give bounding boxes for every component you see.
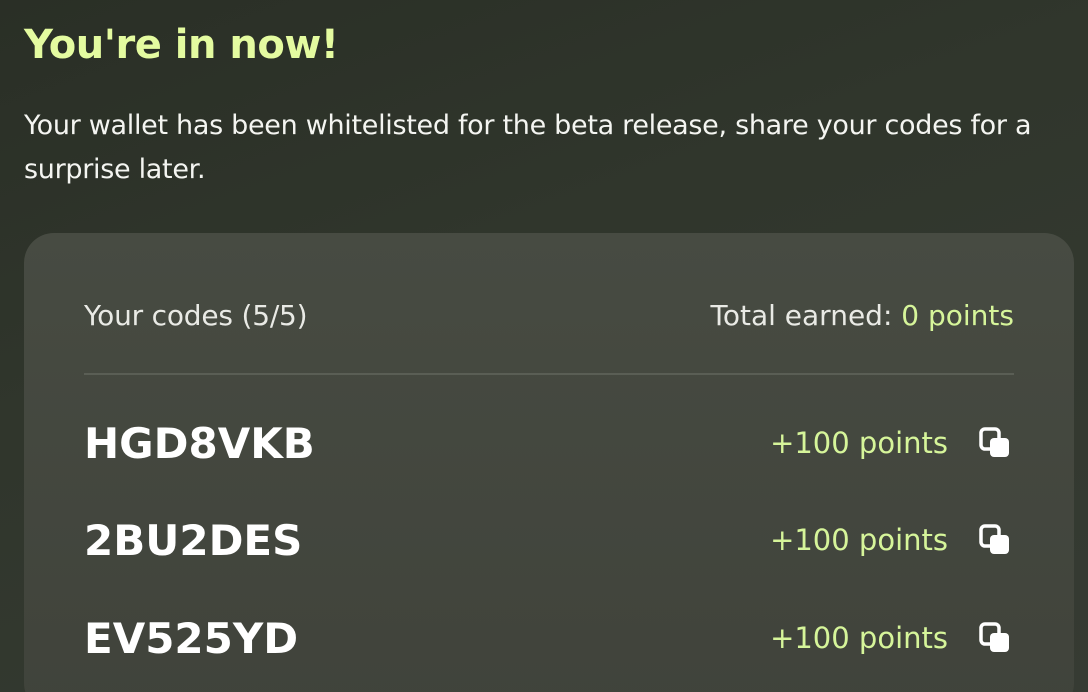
referral-code: EV525YD (84, 613, 299, 663)
code-row: HGD8VKB +100 points (84, 413, 1014, 473)
code-row: 2BU2DES +100 points (84, 510, 1014, 570)
code-points: +100 points (770, 426, 948, 460)
page-subtitle: Your wallet has been whitelisted for the… (24, 110, 1032, 185)
total-earned-label: Total earned: (710, 298, 902, 332)
page-title: You're in now! (24, 22, 339, 68)
codes-card: Your codes (5/5) Total earned: 0 points … (24, 233, 1074, 692)
total-earned-value: 0 points (901, 298, 1014, 332)
copy-icon[interactable] (976, 619, 1014, 657)
total-earned: Total earned: 0 points (711, 299, 1015, 332)
code-points: +100 points (770, 621, 948, 655)
code-points: +100 points (770, 523, 948, 557)
copy-icon[interactable] (976, 424, 1014, 462)
copy-icon[interactable] (976, 521, 1014, 559)
codes-card-header: Your codes (5/5) Total earned: 0 points (84, 295, 1014, 335)
referral-code: 2BU2DES (84, 515, 303, 565)
codes-count-label: Your codes (5/5) (84, 298, 308, 332)
header-divider (84, 373, 1014, 375)
code-row: EV525YD +100 points (84, 608, 1014, 668)
referral-code: HGD8VKB (84, 418, 315, 468)
